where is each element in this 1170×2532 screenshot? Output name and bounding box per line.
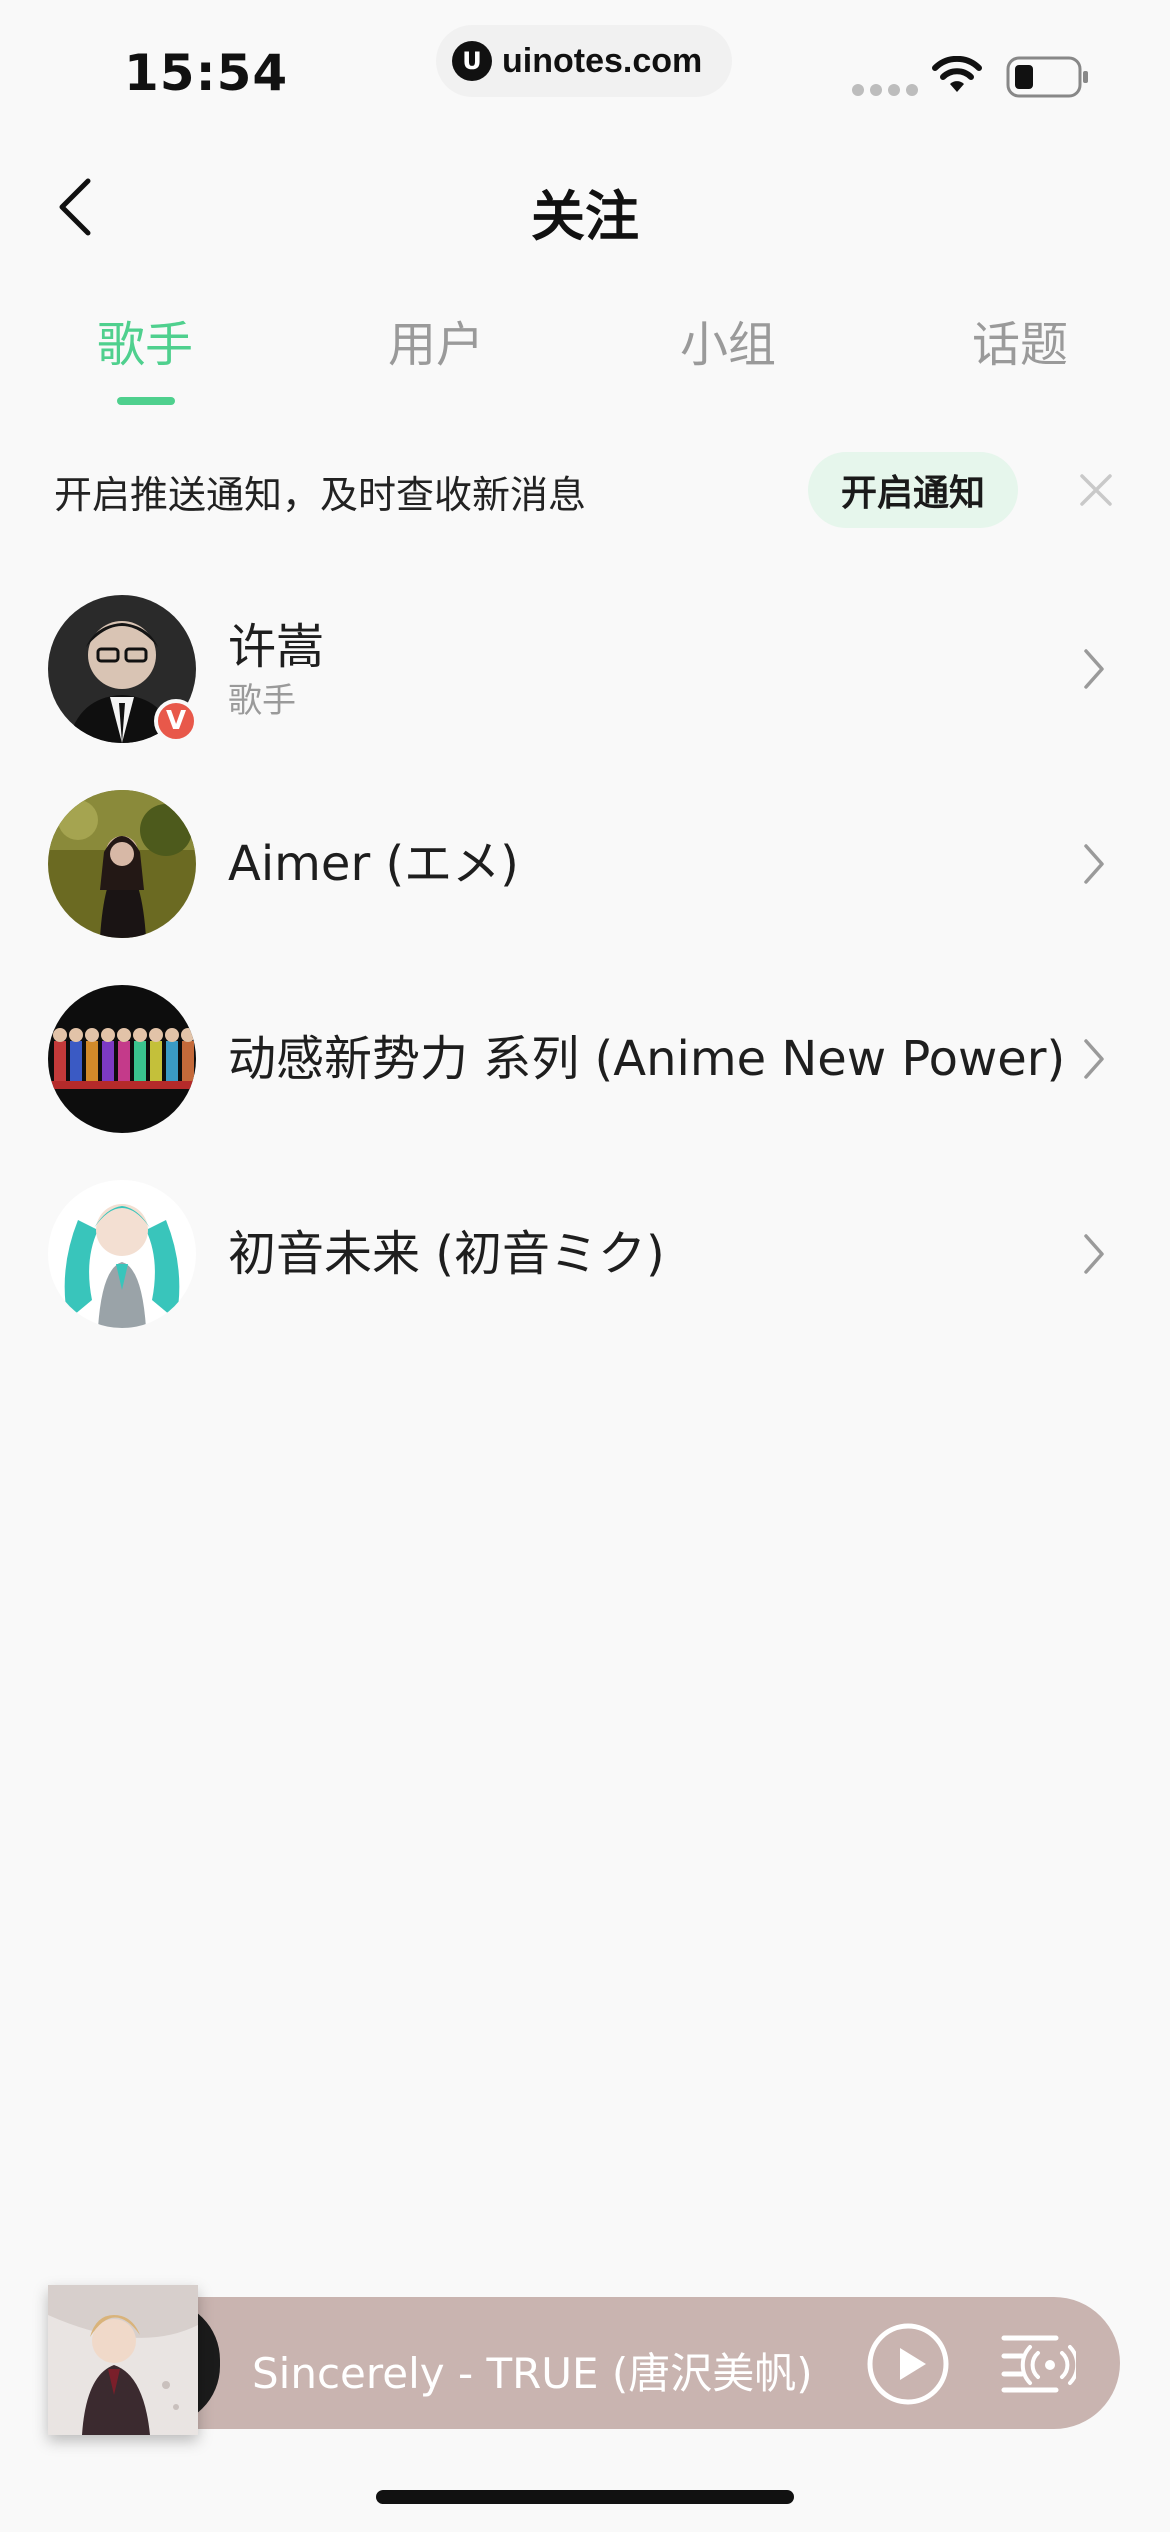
artist-name: Aimer (エメ) (228, 836, 519, 892)
home-indicator (376, 2490, 794, 2504)
artist-name: 许嵩 (228, 619, 325, 675)
play-icon[interactable] (866, 2322, 950, 2406)
artist-row-aimer[interactable]: Aimer (エメ) (0, 768, 1170, 958)
wifi-icon (932, 56, 982, 92)
avatar (48, 985, 196, 1133)
tab-users[interactable]: 用户 (388, 305, 484, 375)
tab-topics[interactable]: 话题 (972, 305, 1068, 375)
chevron-right-icon (1084, 649, 1104, 689)
album-cover[interactable] (48, 2285, 198, 2435)
tab-groups[interactable]: 小组 (680, 305, 776, 375)
enable-notification-button[interactable]: 开启通知 (808, 452, 1018, 528)
artist-row-hatsune-miku[interactable]: 初音未来 (初音ミク) (0, 1158, 1170, 1348)
artist-name: 动感新势力 系列 (Anime New Power) (228, 1031, 1066, 1087)
artist-name: 初音未来 (初音ミク) (228, 1226, 665, 1282)
artist-row-xusong[interactable]: V 许嵩 歌手 (0, 573, 1170, 763)
chevron-right-icon (1084, 1234, 1104, 1274)
chevron-right-icon (1084, 844, 1104, 884)
status-time: 15:54 (124, 44, 289, 102)
battery-icon (1006, 56, 1088, 98)
url-text: uinotes.com (502, 41, 703, 80)
url-pill[interactable]: U uinotes.com (436, 25, 732, 97)
page-title: 关注 (531, 185, 639, 248)
chevron-right-icon (1084, 1039, 1104, 1079)
verified-badge: V (154, 699, 198, 743)
now-playing-title: Sincerely - TRUE (唐沢美帆) (252, 2349, 813, 2398)
avatar (48, 790, 196, 938)
tab-singers[interactable]: 歌手 (97, 305, 193, 375)
artist-row-anime-new-power[interactable]: 动感新势力 系列 (Anime New Power) (0, 963, 1170, 1153)
artist-subtitle: 歌手 (228, 681, 296, 721)
cellular-signal-icon (852, 84, 918, 96)
playlist-icon[interactable] (1000, 2330, 1076, 2396)
site-logo-icon: U (452, 41, 492, 81)
tab-bar: 歌手 用户 小组 话题 (0, 305, 1170, 415)
avatar (48, 1180, 196, 1328)
active-tab-indicator (117, 397, 175, 405)
close-icon[interactable] (1076, 470, 1116, 510)
notification-prompt: 开启推送通知，及时查收新消息 (54, 473, 587, 517)
